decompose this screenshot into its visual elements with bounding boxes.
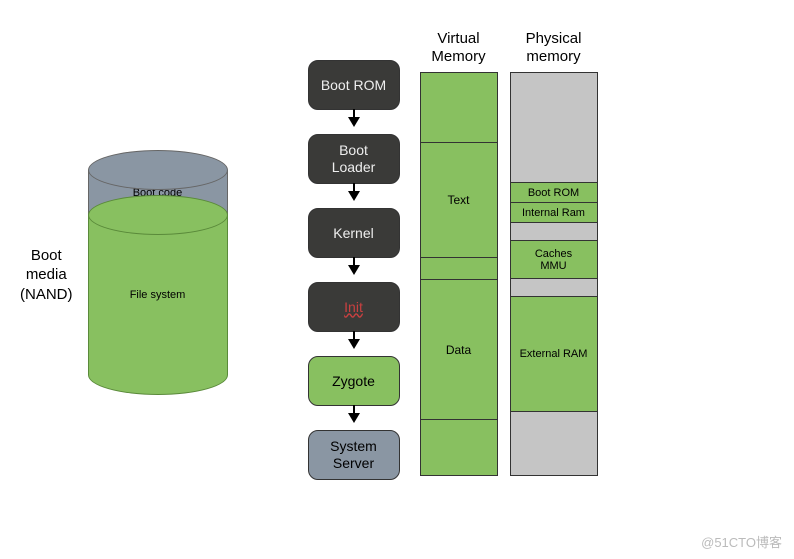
arrow-icon [348, 191, 360, 201]
init-text: Init [344, 299, 363, 316]
bootloader-l2: Loader [332, 159, 376, 176]
boot-media-label: Boot media (NAND) [20, 246, 73, 305]
vmem-text-cell: Text [421, 143, 497, 258]
flow-systemserver: System Server [308, 430, 400, 480]
vmem-data-label: Data [446, 343, 471, 357]
pmem-mmu-text: MMU [540, 260, 566, 272]
vmem-text-label: Text [447, 193, 469, 207]
pmem-bootrom-text: Boot ROM [528, 187, 579, 199]
vmem-title: Virtual Memory [431, 30, 485, 66]
flow-kernel: Kernel [308, 208, 400, 258]
vmem-title-l1: Virtual [431, 30, 485, 48]
pmem-caches-cell: Caches MMU [511, 241, 597, 279]
cylinder-top-ellipse [88, 150, 228, 190]
watermark: @51CTO博客 [701, 532, 782, 551]
pmem-grey-3 [511, 279, 597, 297]
cylinder-filesystem: File system [88, 215, 228, 375]
pmem-internalram-text: Internal Ram [522, 207, 585, 219]
flow-bootrom: Boot ROM [308, 60, 400, 110]
pmem-caches-text: Caches [535, 248, 572, 260]
vmem-title-l2: Memory [431, 48, 485, 66]
pmem-title-l2: memory [526, 48, 582, 66]
arrow-icon [348, 339, 360, 349]
system-l2: Server [330, 455, 377, 472]
pmem-internalram-cell: Internal Ram [511, 203, 597, 223]
arrow-icon [348, 265, 360, 275]
filesystem-text: File system [130, 289, 186, 301]
boot-flow-section: Boot ROM Boot Loader Kernel Init Zygote … [308, 60, 400, 480]
bootrom-text: Boot ROM [321, 77, 386, 94]
arrow-icon [348, 413, 360, 423]
vmem-gap-cell [421, 258, 497, 280]
kernel-text: Kernel [333, 225, 373, 242]
vmem-column: Text Data [420, 72, 498, 476]
boot-media-l2: media [20, 265, 73, 285]
zygote-text: Zygote [332, 373, 375, 390]
flow-init: Init [308, 282, 400, 332]
cylinder: Boot code File system [88, 150, 228, 400]
flow-zygote: Zygote [308, 356, 400, 406]
physical-memory-section: Physical memory Boot ROM Internal Ram Ca… [510, 30, 598, 476]
bootloader-l1: Boot [332, 142, 376, 159]
pmem-externalram-text: External RAM [520, 348, 588, 360]
pmem-externalram-cell: External RAM [511, 297, 597, 412]
vmem-bottom-cell [421, 420, 497, 475]
pmem-grey-2 [511, 223, 597, 241]
pmem-title-l1: Physical [526, 30, 582, 48]
boot-media-section: Boot media (NAND) Boot code File system [20, 150, 228, 400]
boot-media-l3: (NAND) [20, 285, 73, 305]
pmem-grey-4 [511, 412, 597, 475]
system-l1: System [330, 438, 377, 455]
arrow-icon [348, 117, 360, 127]
boot-media-l1: Boot [20, 246, 73, 266]
pmem-column: Boot ROM Internal Ram Caches MMU Externa… [510, 72, 598, 476]
diagram-container: Boot media (NAND) Boot code File system … [0, 0, 794, 510]
cylinder-mid-ellipse [88, 195, 228, 235]
pmem-bootrom-cell: Boot ROM [511, 183, 597, 203]
vmem-top-cell [421, 73, 497, 143]
pmem-grey-1 [511, 73, 597, 183]
pmem-title: Physical memory [526, 30, 582, 66]
flow-bootloader: Boot Loader [308, 134, 400, 184]
virtual-memory-section: Virtual Memory Text Data [420, 30, 498, 476]
vmem-data-cell: Data [421, 280, 497, 420]
